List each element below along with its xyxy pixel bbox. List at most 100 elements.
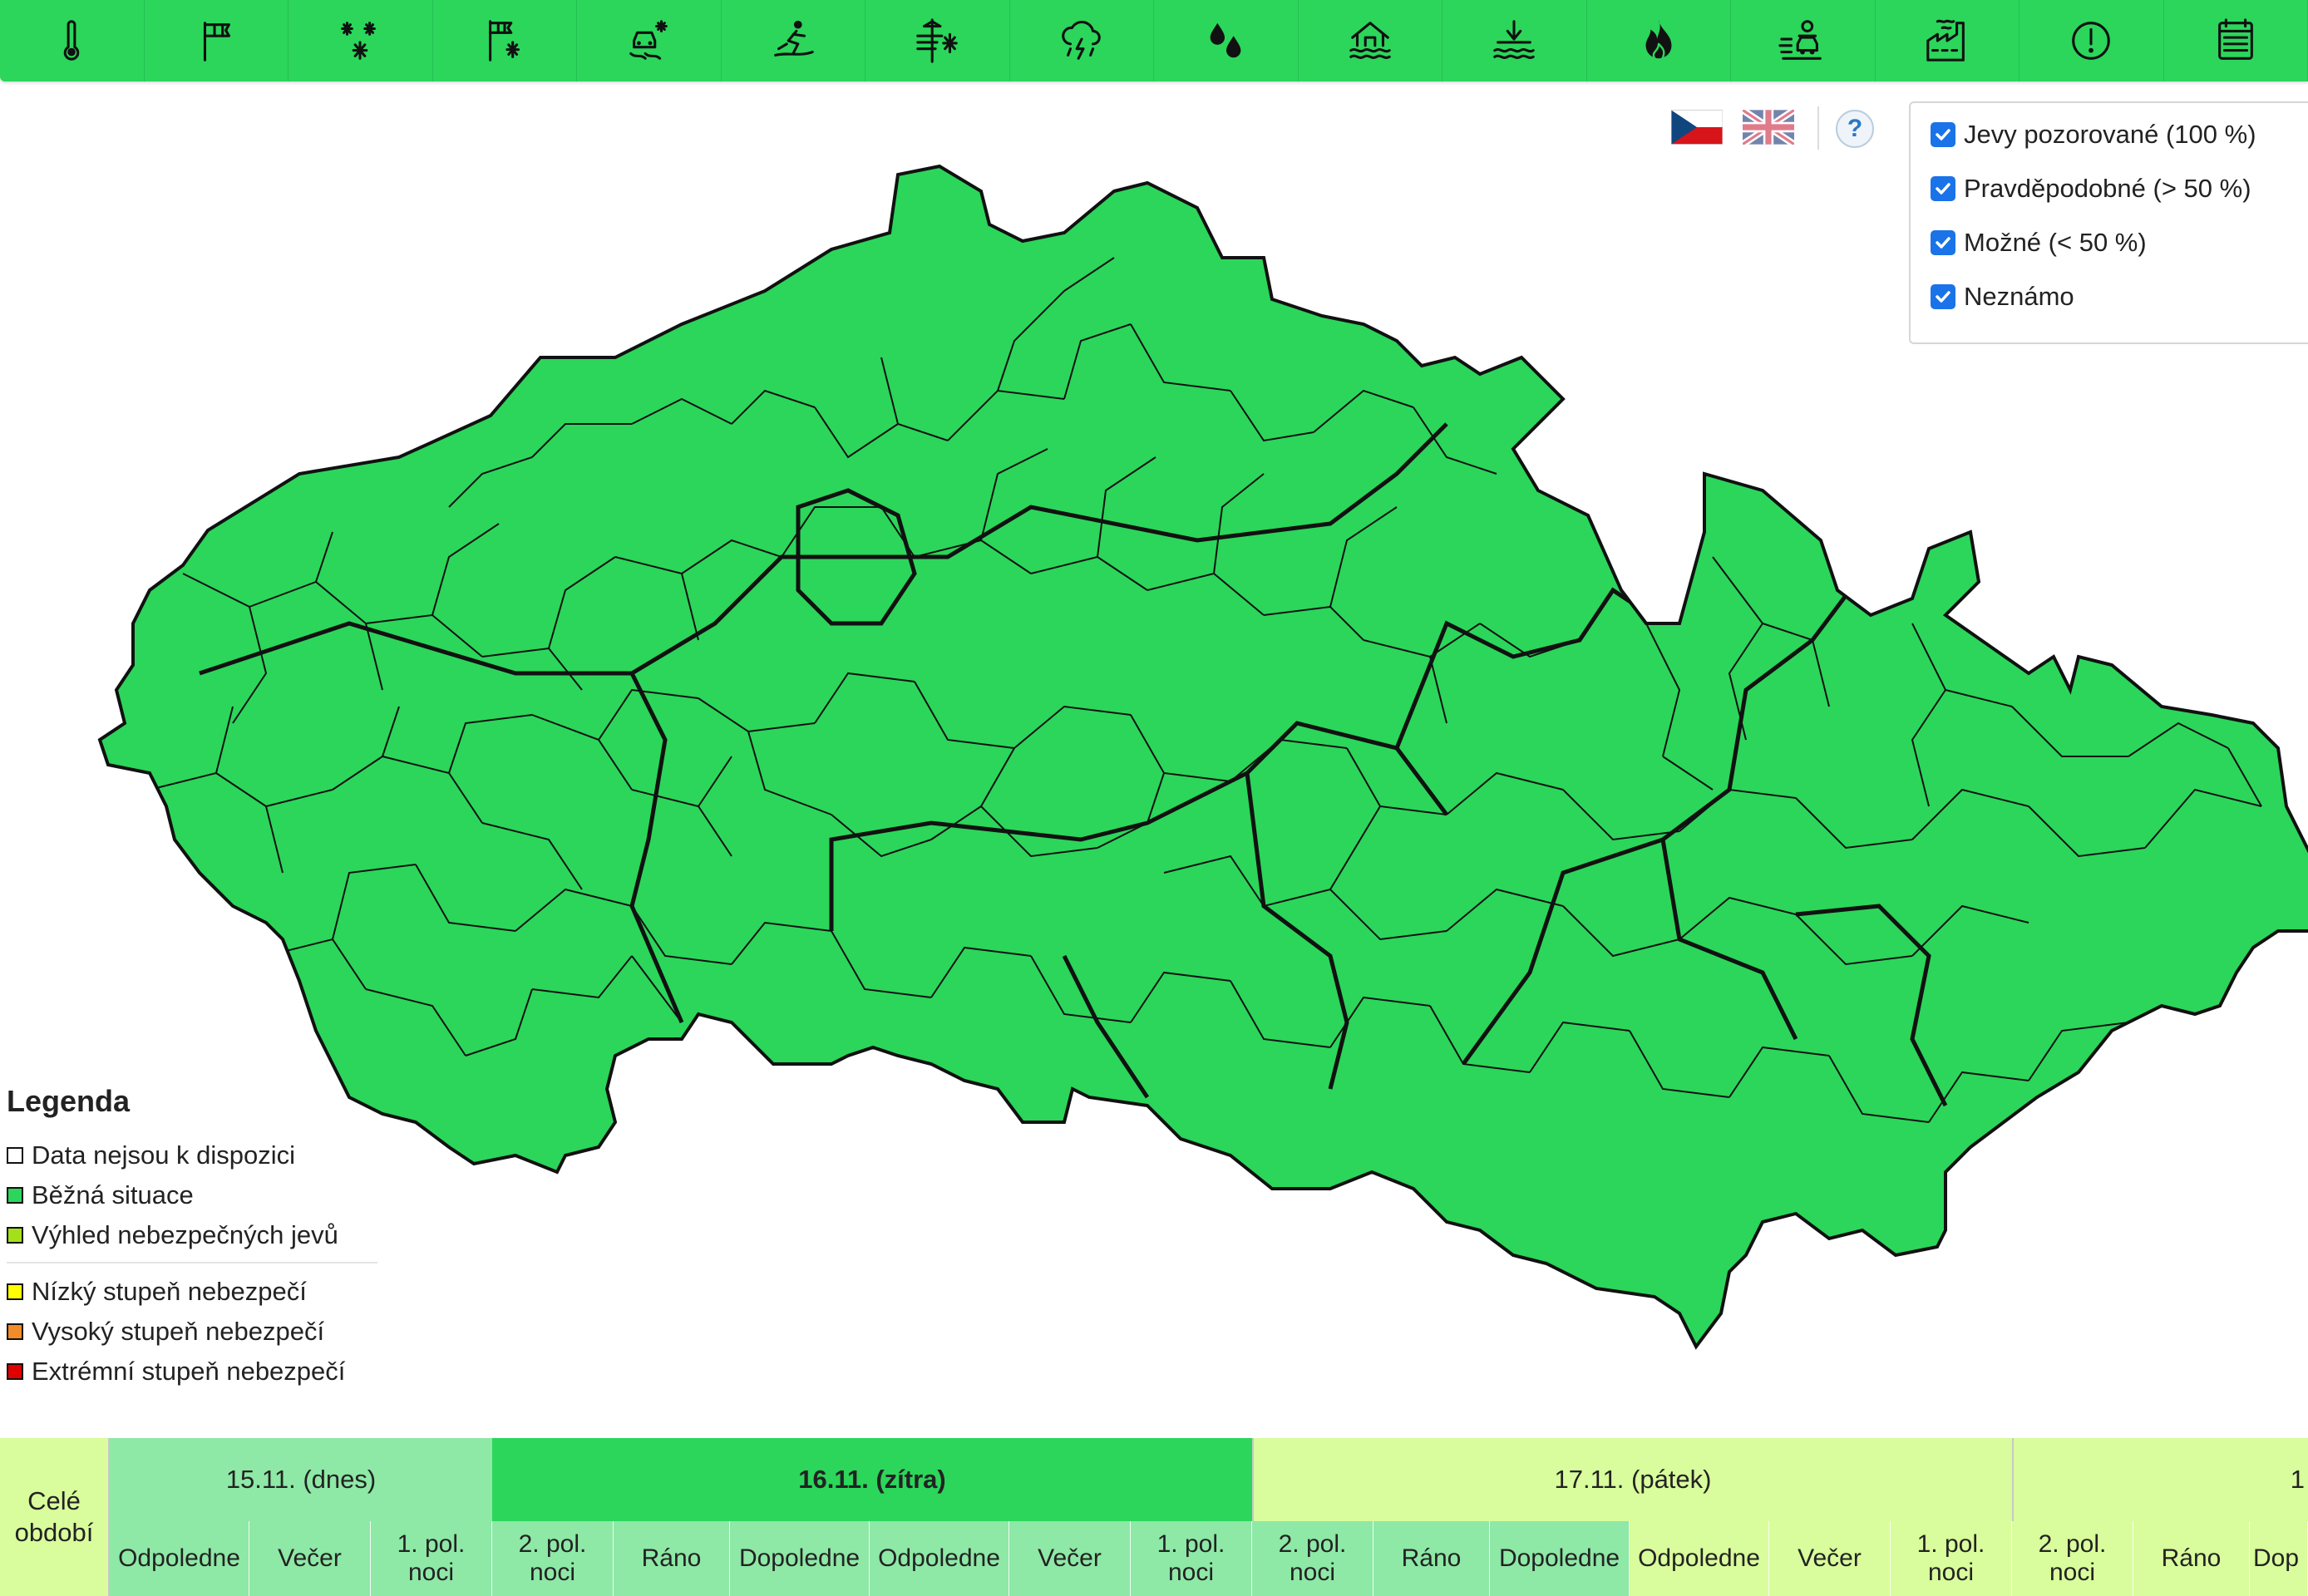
snow-wind-button[interactable]: [433, 0, 577, 81]
slot-button[interactable]: 1. pol. noci: [371, 1521, 492, 1596]
slot-button[interactable]: Odpoledne: [870, 1521, 1009, 1596]
day-label: 16.11. (zítra): [798, 1465, 946, 1494]
slippery-road-button[interactable]: [577, 0, 722, 81]
wind-button[interactable]: [145, 0, 288, 81]
icing-button[interactable]: [866, 0, 1010, 81]
legend-swatch: [7, 1363, 23, 1380]
time-selector: Celé období 15.11. (dnes) 16.11. (zítra)…: [0, 1438, 2308, 1596]
thunderstorm-icon: [1061, 20, 1101, 60]
day-label: 1: [2290, 1465, 2305, 1494]
slot-label: Ráno: [2161, 1544, 2222, 1572]
flood-house-icon: [1349, 22, 1391, 59]
snow-button[interactable]: [288, 0, 433, 81]
map-legend: Legenda Data nejsou k dispozici Běžná si…: [7, 1084, 381, 1392]
slot-button[interactable]: 2. pol. noci: [492, 1521, 614, 1596]
flood-button[interactable]: [1299, 0, 1442, 81]
slot-label: Ráno: [1401, 1544, 1462, 1572]
slot-label: Večer: [1038, 1544, 1102, 1572]
slot-button[interactable]: Večer: [1769, 1521, 1891, 1596]
slot-label: 2. pol. noci: [2038, 1530, 2107, 1586]
legend-swatch: [7, 1147, 23, 1164]
calendar-icon: [2217, 18, 2253, 60]
rain-button[interactable]: [1154, 0, 1299, 81]
fog-car-icon: [1778, 20, 1822, 60]
slot-button[interactable]: 2. pol. noci: [1252, 1521, 1373, 1596]
slot-button[interactable]: Odpoledne: [110, 1521, 249, 1596]
report-button[interactable]: [2164, 0, 2308, 81]
water-level-button[interactable]: [1442, 0, 1587, 81]
slot-label: Večer: [1798, 1544, 1862, 1572]
legend-item-extreme: Extrémní stupeň nebezpečí: [7, 1352, 381, 1392]
whole-period-button[interactable]: Celé období: [0, 1438, 110, 1596]
thermometer-icon: [64, 20, 80, 61]
legend-item-high: Vysoký stupeň nebezpečí: [7, 1312, 381, 1352]
slot-label: 2. pol. noci: [518, 1530, 587, 1586]
warning-icon: [2072, 22, 2111, 60]
slot-button[interactable]: Večer: [1009, 1521, 1131, 1596]
slot-button[interactable]: Dopoledne: [1490, 1521, 1630, 1596]
slot-button[interactable]: 1. pol. noci: [1131, 1521, 1252, 1596]
slot-label: 2. pol. noci: [1278, 1530, 1347, 1586]
legend-label: Běžná situace: [32, 1180, 194, 1209]
legend-label: Nízký stupeň nebezpečí: [32, 1277, 307, 1306]
day-tab-tomorrow[interactable]: 16.11. (zítra): [492, 1438, 1252, 1521]
thunderstorm-button[interactable]: [1010, 0, 1154, 81]
slot-button[interactable]: Dop: [2250, 1521, 2308, 1596]
slot-label: Dop: [2253, 1544, 2300, 1572]
slot-button[interactable]: Ráno: [2133, 1521, 2250, 1596]
slot-label: Večer: [278, 1544, 342, 1572]
legend-divider: [7, 1262, 377, 1264]
fire-button[interactable]: [1587, 0, 1731, 81]
legend-item-low: Nízký stupeň nebezpečí: [7, 1272, 381, 1312]
slot-button[interactable]: Večer: [249, 1521, 371, 1596]
legend-swatch: [7, 1323, 23, 1340]
day-label: 17.11. (pátek): [1554, 1465, 1712, 1494]
smog-factory-icon: [1926, 19, 1965, 62]
wind-flag-icon: [203, 22, 230, 62]
legend-label: Vysoký stupeň nebezpečí: [32, 1317, 325, 1346]
day-tab-friday[interactable]: 17.11. (pátek): [1252, 1438, 2012, 1521]
slot-button[interactable]: Ráno: [1373, 1521, 1490, 1596]
slot-label: Odpoledne: [118, 1544, 240, 1572]
legend-title: Legenda: [7, 1084, 131, 1118]
slot-label: Odpoledne: [1638, 1544, 1760, 1572]
slot-label: Odpoledne: [878, 1544, 1000, 1572]
smog-button[interactable]: [1876, 0, 2020, 81]
day-tab-next[interactable]: 1: [2012, 1438, 2308, 1521]
day-label: 15.11. (dnes): [225, 1465, 377, 1494]
fog-button[interactable]: [1731, 0, 1876, 81]
fire-icon: [1645, 19, 1672, 62]
rain-drops-icon: [1210, 22, 1241, 58]
slot-label: Ráno: [641, 1544, 702, 1572]
warning-type-toolbar: [0, 0, 2308, 81]
slot-label: Dopoledne: [1498, 1544, 1620, 1572]
warnings-button[interactable]: [2020, 0, 2164, 81]
icing-power-line-icon: [916, 18, 958, 63]
icy-ground-button[interactable]: [722, 0, 866, 81]
legend-swatch: [7, 1187, 23, 1204]
water-level-icon: [1493, 20, 1535, 59]
slot-label: Dopoledne: [738, 1544, 861, 1572]
legend-swatch: [7, 1227, 23, 1244]
slot-button[interactable]: Odpoledne: [1630, 1521, 1769, 1596]
slot-button[interactable]: 2. pol. noci: [2012, 1521, 2133, 1596]
legend-swatch: [7, 1283, 23, 1300]
ice-skater-icon: [773, 20, 814, 57]
snow-wind-flag-icon: [488, 20, 520, 62]
legend-item-normal: Běžná situace: [7, 1175, 381, 1215]
whole-period-label: Celé období: [14, 1486, 94, 1547]
legend-label: Extrémní stupeň nebezpečí: [32, 1357, 346, 1386]
snow-icon: [341, 22, 377, 60]
slot-button[interactable]: 1. pol. noci: [1891, 1521, 2012, 1596]
slot-button[interactable]: Ráno: [614, 1521, 730, 1596]
legend-item-no-data: Data nejsou k dispozici: [7, 1135, 381, 1175]
slippery-road-icon: [629, 20, 668, 60]
legend-label: Výhled nebezpečných jevů: [32, 1220, 338, 1249]
slot-label: 1. pol. noci: [1916, 1530, 1985, 1586]
legend-item-outlook: Výhled nebezpečných jevů: [7, 1215, 381, 1255]
temperature-button[interactable]: [0, 0, 145, 81]
slot-label: 1. pol. noci: [397, 1530, 466, 1586]
slot-label: 1. pol. noci: [1156, 1530, 1226, 1586]
slot-button[interactable]: Dopoledne: [730, 1521, 870, 1596]
day-tab-today[interactable]: 15.11. (dnes): [110, 1438, 492, 1521]
